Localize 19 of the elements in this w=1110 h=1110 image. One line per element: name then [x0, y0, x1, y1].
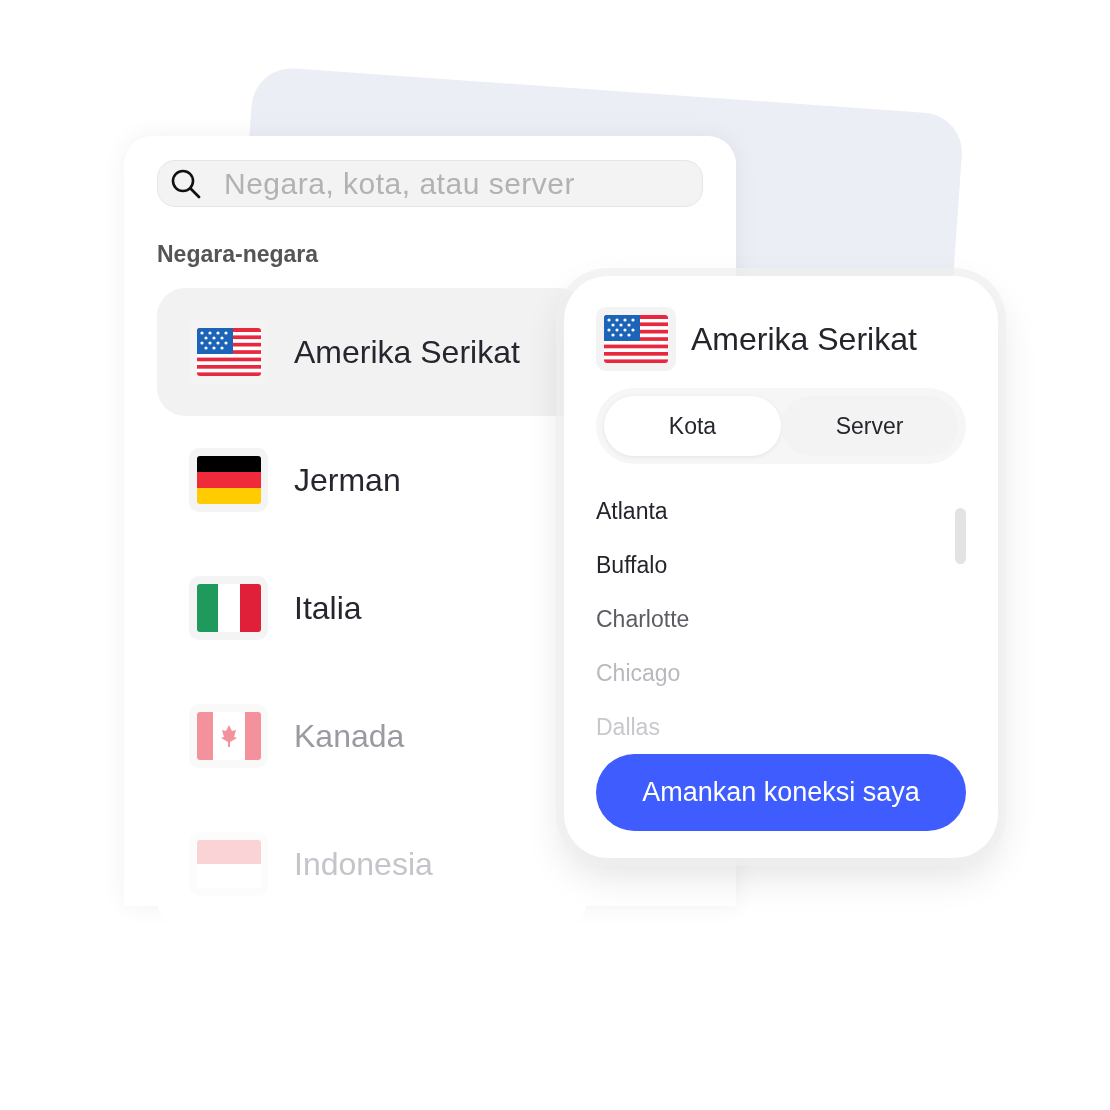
search-icon: [170, 167, 202, 200]
city-item[interactable]: Charlotte: [596, 592, 690, 647]
country-name: Indonesia: [294, 844, 433, 884]
country-name: Kanada: [294, 716, 405, 756]
secure-connection-button[interactable]: Amankan koneksi saya: [596, 754, 966, 831]
country-name: Amerika Serikat: [294, 332, 520, 372]
country-name: Jerman: [294, 460, 401, 500]
flag-icon: [189, 703, 268, 768]
city-item[interactable]: Buffalo: [596, 538, 668, 593]
section-label: Negara-negara: [157, 240, 320, 269]
country-title: Amerika Serikat: [691, 320, 917, 359]
search-field[interactable]: Negara, kota, atau server: [157, 160, 703, 207]
country-name: Italia: [294, 588, 362, 628]
flag-icon: [596, 307, 676, 371]
city-item[interactable]: Atlanta: [596, 484, 668, 539]
scrollbar[interactable]: [955, 508, 966, 565]
flag-icon: [189, 447, 268, 512]
flag-icon: [189, 575, 268, 640]
tab[interactable]: Kota: [604, 396, 781, 457]
